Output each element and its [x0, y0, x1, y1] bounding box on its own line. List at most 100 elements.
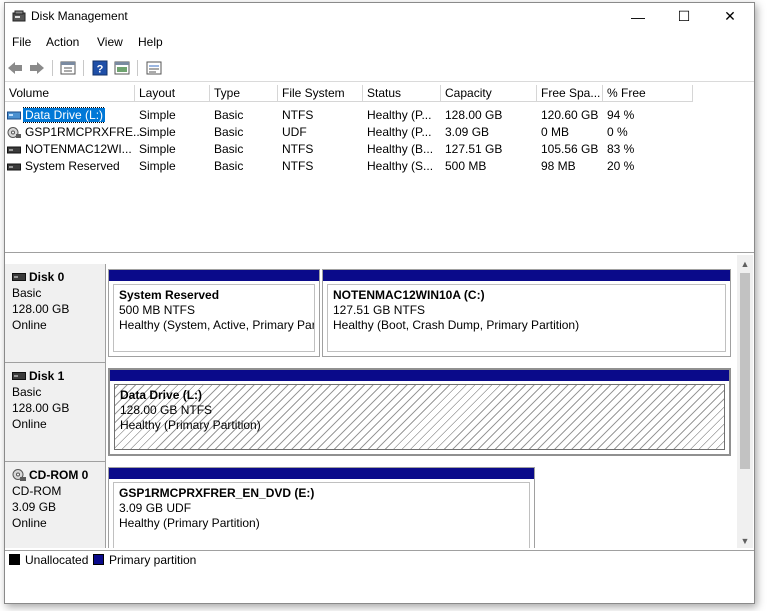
volume-type: Basic [214, 108, 244, 122]
partition-name: NOTENMAC12WIN10A (C:) [333, 288, 485, 302]
partition-dvd-drive[interactable]: GSP1RMCPRXFRER_EN_DVD (E:) 3.09 GB UDF H… [108, 467, 535, 548]
maximize-button[interactable]: ☐ [661, 3, 707, 30]
legend: Unallocated Primary partition [5, 550, 754, 569]
show-hide-pane-button[interactable] [113, 59, 131, 76]
minimize-button[interactable]: — [615, 3, 661, 30]
col-free-space[interactable]: Free Spa... [537, 85, 603, 102]
volume-name: GSP1RMCPRXFRE... [25, 125, 144, 139]
col-capacity[interactable]: Capacity [441, 85, 537, 102]
window-title: Disk Management [31, 9, 128, 23]
volume-status: Healthy (S... [367, 159, 434, 173]
toolbar-separator [52, 60, 53, 76]
table-row[interactable]: NOTENMAC12WI... Simple Basic NTFS Health… [5, 141, 754, 158]
volume-layout: Simple [139, 142, 176, 156]
partition-size: 3.09 GB UDF [119, 501, 192, 515]
maximize-icon: ☐ [677, 8, 691, 24]
disk-icon [12, 372, 26, 380]
partition-bar [109, 270, 319, 281]
disk-map-scrollbar[interactable]: ▲ ▼ [737, 255, 753, 548]
volume-layout: Simple [139, 159, 176, 173]
disk-map[interactable]: Disk 0 Basic 128.00 GB Online System Res… [5, 255, 754, 548]
settings-list-icon [146, 61, 162, 74]
volume-name: Data Drive (L:) [23, 107, 106, 123]
disk-management-window: Disk Management — ☐ ✕ File Action View H… [4, 2, 755, 604]
scroll-down-arrow-icon[interactable]: ▼ [737, 534, 753, 548]
disk-management-app-icon [12, 10, 26, 22]
disk-size: 3.09 GB [12, 500, 57, 514]
drive-icon [7, 111, 21, 120]
col-percent-free[interactable]: % Free [603, 85, 693, 102]
cd-icon [7, 127, 21, 138]
table-row[interactable]: System Reserved Simple Basic NTFS Health… [5, 158, 754, 175]
col-volume[interactable]: Volume [5, 85, 135, 102]
volume-name: NOTENMAC12WI... [25, 142, 132, 156]
drive-icon [7, 163, 21, 171]
partition-c-drive[interactable]: NOTENMAC12WIN10A (C:) 127.51 GB NTFS Hea… [322, 269, 731, 357]
volume-pct-free: 94 % [607, 108, 635, 122]
toolbar-separator [137, 60, 138, 76]
col-type[interactable]: Type [210, 85, 278, 102]
partition-data-drive[interactable]: Data Drive (L:) 128.00 GB NTFS Healthy (… [108, 368, 731, 456]
partition-bar [323, 270, 730, 281]
col-file-system[interactable]: File System [278, 85, 363, 102]
scrollbar-thumb[interactable] [740, 273, 750, 469]
view-settings-button[interactable] [145, 59, 163, 76]
table-row[interactable]: GSP1RMCPRXFRE... Simple Basic UDF Health… [5, 124, 754, 141]
volume-layout: Simple [139, 125, 176, 139]
menu-view[interactable]: View [97, 35, 123, 49]
disk-state: Online [12, 318, 47, 332]
legend-swatch-unallocated [9, 554, 20, 565]
volume-pct-free: 20 % [607, 159, 635, 173]
volume-type: Basic [214, 159, 244, 173]
pane-icon [114, 61, 130, 74]
volume-pct-free: 0 % [607, 125, 628, 139]
volume-list[interactable]: Volume Layout Type File System Status Ca… [5, 85, 754, 253]
menu-action[interactable]: Action [46, 35, 79, 49]
volume-status: Healthy (P... [367, 108, 432, 122]
volume-fs: UDF [282, 125, 307, 139]
partition-name: System Reserved [119, 288, 220, 302]
scroll-up-arrow-icon[interactable]: ▲ [737, 257, 753, 271]
partition-status: Healthy (Primary Partition) [120, 418, 261, 432]
volume-capacity: 3.09 GB [445, 125, 490, 139]
volume-capacity: 128.00 GB [445, 108, 503, 122]
volume-free: 105.56 GB [541, 142, 599, 156]
table-row[interactable]: Data Drive (L:) Simple Basic NTFS Health… [5, 107, 754, 124]
disk-name: Disk 1 [29, 369, 65, 383]
title-bar[interactable]: Disk Management — ☐ ✕ [5, 3, 754, 30]
volume-status: Healthy (B... [367, 142, 434, 156]
disk-icon [12, 273, 26, 281]
toolbar: ? [5, 55, 754, 82]
properties-icon [60, 61, 76, 74]
cdrom-0-label[interactable]: CD-ROM 0 CD-ROM 3.09 GB Online [5, 462, 106, 548]
volume-status: Healthy (P... [367, 125, 432, 139]
properties-button[interactable] [59, 59, 77, 76]
disk-name: Disk 0 [29, 270, 65, 284]
back-button[interactable] [6, 59, 24, 76]
partition-size: 500 MB NTFS [119, 303, 196, 317]
forward-button[interactable] [28, 59, 46, 76]
back-arrow-icon [8, 61, 22, 74]
close-button[interactable]: ✕ [707, 3, 753, 30]
volume-free: 120.60 GB [541, 108, 599, 122]
disk-kind: Basic [12, 385, 42, 399]
partition-system-reserved[interactable]: System Reserved 500 MB NTFS Healthy (Sys… [108, 269, 320, 357]
disk-name: CD-ROM 0 [29, 468, 89, 482]
minimize-icon: — [631, 8, 645, 25]
drive-icon [7, 146, 21, 154]
forward-arrow-icon [30, 61, 44, 74]
legend-label: Primary partition [109, 553, 197, 567]
partition-bar [109, 468, 534, 479]
disk-1-label[interactable]: Disk 1 Basic 128.00 GB Online [5, 363, 106, 462]
help-button[interactable]: ? [91, 59, 109, 76]
disk-size: 128.00 GB [12, 302, 70, 316]
disk-0-label[interactable]: Disk 0 Basic 128.00 GB Online [5, 264, 106, 363]
cd-icon [12, 469, 26, 481]
menu-file[interactable]: File [12, 35, 31, 49]
col-status[interactable]: Status [363, 85, 441, 102]
volume-layout: Simple [139, 108, 176, 122]
col-layout[interactable]: Layout [135, 85, 210, 102]
menu-help[interactable]: Help [138, 35, 163, 49]
partition-bar [110, 370, 729, 381]
partition-status: Healthy (Boot, Crash Dump, Primary Parti… [333, 318, 580, 332]
